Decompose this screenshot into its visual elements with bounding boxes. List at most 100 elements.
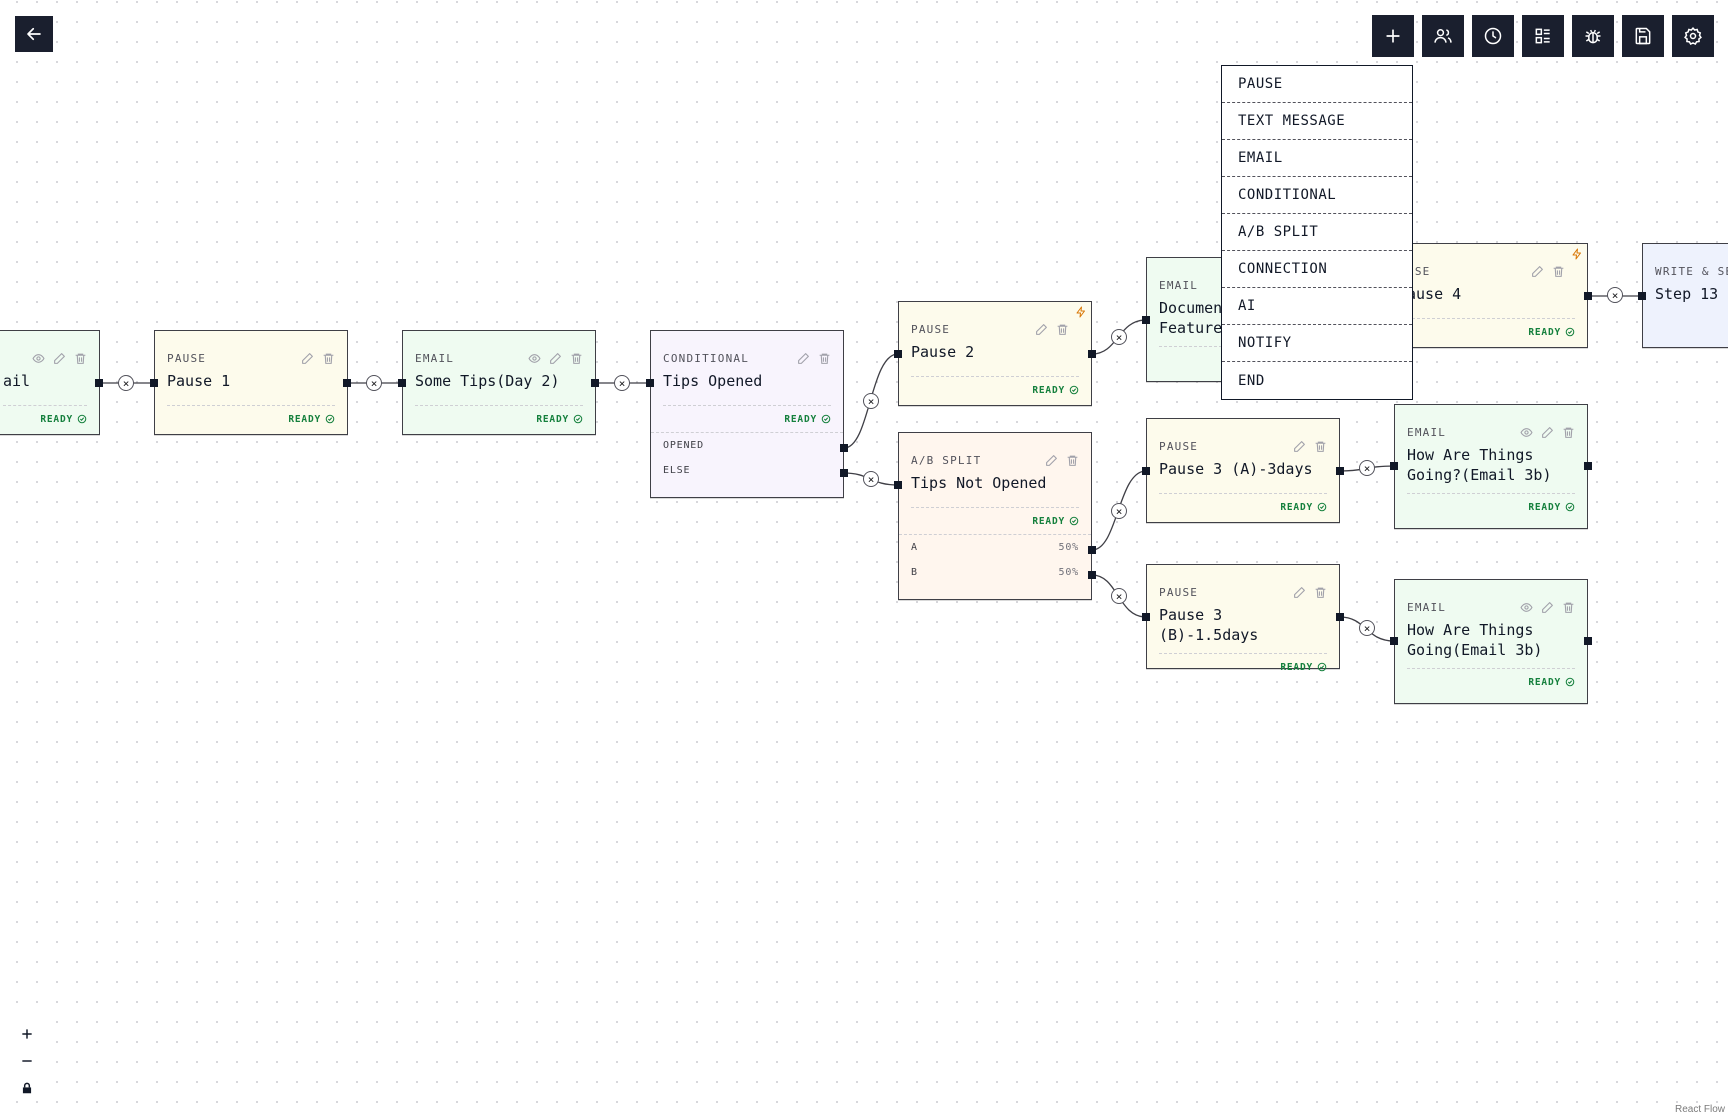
menu-item-ab-split[interactable]: A/B SPLIT [1222, 214, 1412, 251]
node-handle[interactable] [150, 379, 158, 387]
edge-delete-button[interactable]: × [1111, 329, 1127, 345]
node-handle[interactable] [840, 444, 848, 452]
trash-icon[interactable] [1056, 323, 1069, 336]
menu-item-end[interactable]: END [1222, 362, 1412, 399]
node-handle[interactable] [1088, 350, 1096, 358]
lock-button[interactable] [13, 1074, 41, 1101]
edge-delete-button[interactable]: × [1607, 287, 1623, 303]
node-handle[interactable] [894, 350, 902, 358]
schedule-button[interactable] [1472, 15, 1514, 57]
menu-item-conditional[interactable]: CONDITIONAL [1222, 177, 1412, 214]
trash-icon[interactable] [1552, 265, 1565, 278]
trash-icon[interactable] [322, 352, 335, 365]
node-handle[interactable] [1584, 462, 1592, 470]
menu-item-notify[interactable]: NOTIFY [1222, 325, 1412, 362]
attribution-link[interactable]: React Flow [1675, 1104, 1725, 1115]
node-handle[interactable] [1142, 467, 1150, 475]
node-handle[interactable] [343, 379, 351, 387]
node-handle[interactable] [95, 379, 103, 387]
node-handle[interactable] [1336, 467, 1344, 475]
pencil-icon[interactable] [1045, 454, 1058, 467]
edge-delete-button[interactable]: × [118, 375, 134, 391]
node-handle[interactable] [646, 379, 654, 387]
eye-icon[interactable] [1520, 426, 1533, 439]
pencil-icon[interactable] [53, 352, 66, 365]
email-node[interactable]: EMAIL Some Tips(Day 2) READY [402, 330, 596, 435]
trash-icon[interactable] [1314, 440, 1327, 453]
edge-delete-button[interactable]: × [1359, 620, 1375, 636]
pencil-icon[interactable] [549, 352, 562, 365]
trash-icon[interactable] [570, 352, 583, 365]
conditional-node[interactable]: CONDITIONAL Tips Opened READY OPENED ELS… [650, 330, 844, 498]
trash-icon[interactable] [1314, 586, 1327, 599]
pause-node[interactable]: PAUSE Pause 3 (A)-3days READY [1146, 418, 1340, 523]
node-handle[interactable] [1088, 546, 1096, 554]
menu-item-email[interactable]: EMAIL [1222, 140, 1412, 177]
debug-button[interactable] [1572, 15, 1614, 57]
toolbar [1372, 15, 1714, 57]
status-badge: READY [1407, 493, 1575, 520]
pause-node[interactable]: USE ause 4 READY [1394, 243, 1588, 348]
email-node[interactable]: EMAIL How Are Things Going(Email 3b) REA… [1394, 579, 1588, 704]
trash-icon[interactable] [818, 352, 831, 365]
edge-delete-button[interactable]: × [366, 375, 382, 391]
edge-delete-button[interactable]: × [863, 393, 879, 409]
node-handle[interactable] [1638, 292, 1646, 300]
email-node[interactable]: EMAIL How Are Things Going?(Email 3b) RE… [1394, 404, 1588, 529]
pencil-icon[interactable] [1541, 601, 1554, 614]
eye-icon[interactable] [32, 352, 45, 365]
pencil-icon[interactable] [1541, 426, 1554, 439]
branch-opened: OPENED [651, 432, 843, 458]
write-send-node[interactable]: WRITE & SEN Step 13 [1642, 243, 1728, 348]
menu-item-text-message[interactable]: TEXT MESSAGE [1222, 103, 1412, 140]
zoom-in-button[interactable] [13, 1020, 41, 1047]
menu-item-ai[interactable]: AI [1222, 288, 1412, 325]
back-button[interactable] [15, 16, 53, 52]
trash-icon[interactable] [1066, 454, 1079, 467]
edge-delete-button[interactable]: × [614, 375, 630, 391]
trash-icon[interactable] [1562, 426, 1575, 439]
email-node[interactable]: ail READY [0, 330, 100, 435]
node-handle[interactable] [398, 379, 406, 387]
eye-icon[interactable] [1520, 601, 1533, 614]
pause-node[interactable]: PAUSE Pause 1 READY [154, 330, 348, 435]
edge-delete-button[interactable]: × [1359, 460, 1375, 476]
audience-button[interactable] [1422, 15, 1464, 57]
node-handle[interactable] [840, 469, 848, 477]
add-step-button[interactable] [1372, 15, 1414, 57]
pencil-icon[interactable] [301, 352, 314, 365]
edge-delete-button[interactable]: × [863, 471, 879, 487]
node-handle[interactable] [1142, 316, 1150, 324]
pause-node[interactable]: PAUSE Pause 3 (B)-1.5days READY [1146, 564, 1340, 673]
edge-delete-button[interactable]: × [1111, 503, 1127, 519]
flow-canvas[interactable]: ail READY PAUSE Pause 1 READY EMAIL Some… [0, 0, 1728, 1117]
save-button[interactable] [1622, 15, 1664, 57]
settings-button[interactable] [1672, 15, 1714, 57]
trash-icon[interactable] [1562, 601, 1575, 614]
pencil-icon[interactable] [797, 352, 810, 365]
menu-item-pause[interactable]: PAUSE [1222, 66, 1412, 103]
node-handle[interactable] [1142, 613, 1150, 621]
edge-delete-button[interactable]: × [1111, 588, 1127, 604]
pencil-icon[interactable] [1293, 440, 1306, 453]
node-handle[interactable] [1584, 292, 1592, 300]
trash-icon[interactable] [74, 352, 87, 365]
layout-button[interactable] [1522, 15, 1564, 57]
check-circle-icon [77, 414, 87, 424]
pencil-icon[interactable] [1531, 265, 1544, 278]
ab-split-node[interactable]: A/B SPLIT Tips Not Opened READY A 50% B 50… [898, 432, 1092, 600]
node-handle[interactable] [591, 379, 599, 387]
branch-b: B 50% [911, 567, 1079, 578]
menu-item-connection[interactable]: CONNECTION [1222, 251, 1412, 288]
node-handle[interactable] [1584, 637, 1592, 645]
node-handle[interactable] [1390, 462, 1398, 470]
eye-icon[interactable] [528, 352, 541, 365]
zoom-out-button[interactable] [13, 1047, 41, 1074]
node-handle[interactable] [1390, 637, 1398, 645]
pencil-icon[interactable] [1293, 586, 1306, 599]
node-handle[interactable] [1088, 571, 1096, 579]
pencil-icon[interactable] [1035, 323, 1048, 336]
pause-node[interactable]: PAUSE Pause 2 READY [898, 301, 1092, 406]
node-handle[interactable] [894, 481, 902, 489]
node-handle[interactable] [1336, 613, 1344, 621]
